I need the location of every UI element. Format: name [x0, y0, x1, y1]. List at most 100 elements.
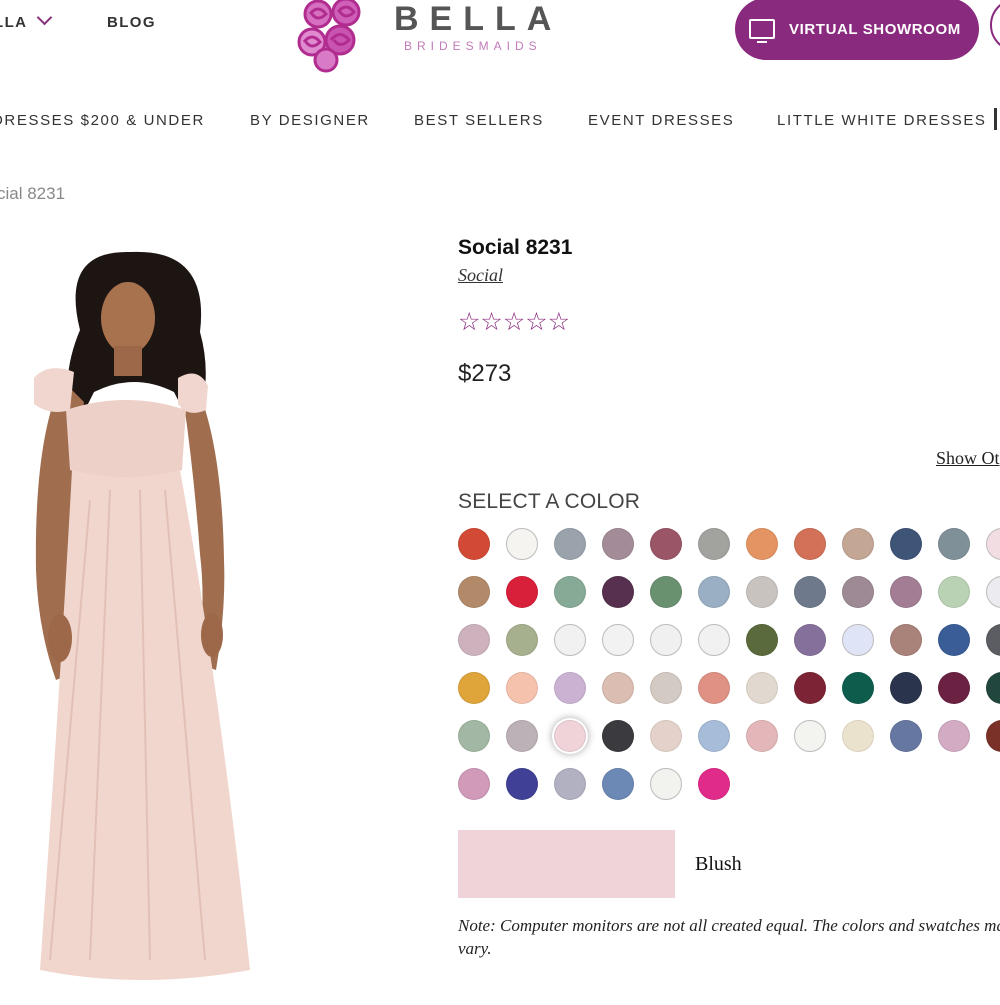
hand-left [48, 614, 72, 662]
account-button[interactable] [990, 0, 1000, 52]
breadcrumb[interactable]: cial 8231 [0, 184, 65, 204]
color-swatch[interactable] [506, 576, 538, 608]
color-swatch[interactable] [554, 768, 586, 800]
color-swatch[interactable] [986, 576, 1000, 608]
color-swatch[interactable] [842, 624, 874, 656]
color-swatch[interactable] [842, 576, 874, 608]
color-swatch[interactable] [986, 672, 1000, 704]
color-swatch[interactable] [458, 720, 490, 752]
color-swatch[interactable] [842, 672, 874, 704]
color-swatch[interactable] [458, 576, 490, 608]
color-swatch[interactable] [938, 720, 970, 752]
blog-link[interactable]: BLOG [107, 14, 156, 31]
selected-color-name: Blush [695, 853, 742, 875]
color-swatch[interactable] [458, 528, 490, 560]
nav-best-sellers[interactable]: BEST SELLERS [414, 112, 544, 129]
product-title: Social 8231 [458, 236, 573, 259]
color-swatch[interactable] [890, 672, 922, 704]
color-swatch[interactable] [890, 576, 922, 608]
select-color-heading: SELECT A COLOR [458, 490, 641, 513]
color-swatch[interactable] [698, 528, 730, 560]
color-swatch[interactable] [938, 528, 970, 560]
nav-by-designer[interactable]: BY DESIGNER [250, 112, 370, 129]
color-swatch[interactable] [746, 624, 778, 656]
color-swatch[interactable] [506, 624, 538, 656]
color-swatch-grid [458, 528, 1000, 816]
color-swatch[interactable] [794, 528, 826, 560]
logo[interactable]: BELLA BRIDESMAIDS [294, 0, 594, 74]
color-swatch[interactable] [794, 672, 826, 704]
color-swatch[interactable] [698, 768, 730, 800]
hand-right [201, 613, 223, 657]
color-swatch[interactable] [746, 672, 778, 704]
color-swatch[interactable] [554, 528, 586, 560]
color-swatch[interactable] [554, 720, 586, 752]
nav-dresses-under-200[interactable]: DRESSES $200 & UNDER [0, 112, 205, 129]
color-swatch[interactable] [650, 528, 682, 560]
color-note: Note: Computer monitors are not all crea… [458, 916, 1000, 958]
color-swatch[interactable] [794, 624, 826, 656]
color-swatch[interactable] [746, 528, 778, 560]
color-swatch[interactable] [842, 528, 874, 560]
dress-model-illustration [34, 251, 250, 980]
product-image[interactable] [0, 240, 330, 1000]
color-swatch[interactable] [794, 720, 826, 752]
color-swatch[interactable] [842, 720, 874, 752]
color-swatch[interactable] [698, 720, 730, 752]
product-brand-link[interactable]: Social [458, 265, 503, 286]
color-swatch[interactable] [602, 768, 634, 800]
neck-shape [114, 346, 142, 376]
color-swatch[interactable] [506, 768, 538, 800]
color-swatch[interactable] [506, 672, 538, 704]
color-swatch[interactable] [458, 624, 490, 656]
color-swatch[interactable] [986, 720, 1000, 752]
color-swatch[interactable] [746, 720, 778, 752]
color-swatch[interactable] [698, 576, 730, 608]
swatch-row [458, 768, 1000, 816]
color-swatch[interactable] [698, 672, 730, 704]
color-swatch[interactable] [890, 720, 922, 752]
virtual-showroom-button[interactable]: VIRTUAL SHOWROOM [735, 0, 979, 60]
color-swatch[interactable] [986, 624, 1000, 656]
color-swatch[interactable] [938, 576, 970, 608]
product-price: $273 [458, 360, 512, 387]
nav-event-dresses[interactable]: EVENT DRESSES [588, 112, 734, 129]
color-swatch[interactable] [602, 528, 634, 560]
color-swatch[interactable] [938, 624, 970, 656]
color-swatch[interactable] [746, 576, 778, 608]
color-swatch[interactable] [602, 720, 634, 752]
swatch-row [458, 624, 1000, 672]
color-swatch[interactable] [890, 624, 922, 656]
nav-next-item[interactable] [994, 108, 997, 130]
logo-word: BELLA [394, 0, 563, 38]
color-swatch[interactable] [650, 672, 682, 704]
color-swatch[interactable] [554, 624, 586, 656]
color-swatch[interactable] [554, 576, 586, 608]
show-other-link[interactable]: Show Ot [936, 448, 1000, 469]
color-swatch[interactable] [458, 672, 490, 704]
logo-subtitle: BRIDESMAIDS [404, 39, 542, 53]
color-swatch[interactable] [554, 672, 586, 704]
color-swatch[interactable] [650, 624, 682, 656]
color-swatch[interactable] [890, 528, 922, 560]
swatch-row [458, 528, 1000, 576]
color-swatch[interactable] [698, 624, 730, 656]
color-swatch[interactable] [602, 576, 634, 608]
color-swatch[interactable] [458, 768, 490, 800]
color-swatch[interactable] [602, 672, 634, 704]
color-swatch[interactable] [938, 672, 970, 704]
monitor-icon [749, 19, 775, 43]
color-swatch[interactable] [506, 720, 538, 752]
rating-stars[interactable]: ☆☆☆☆☆ [458, 307, 570, 337]
color-swatch[interactable] [650, 576, 682, 608]
virtual-showroom-label: VIRTUAL SHOWROOM [789, 20, 961, 38]
color-swatch[interactable] [986, 528, 1000, 560]
nav-little-white-dresses[interactable]: LITTLE WHITE DRESSES [777, 112, 987, 129]
color-swatch[interactable] [650, 768, 682, 800]
menu-bella-label: LLA [0, 14, 28, 31]
color-swatch[interactable] [794, 576, 826, 608]
color-swatch[interactable] [506, 528, 538, 560]
color-swatch[interactable] [602, 624, 634, 656]
color-swatch[interactable] [650, 720, 682, 752]
menu-bella[interactable]: LLA [0, 9, 53, 31]
